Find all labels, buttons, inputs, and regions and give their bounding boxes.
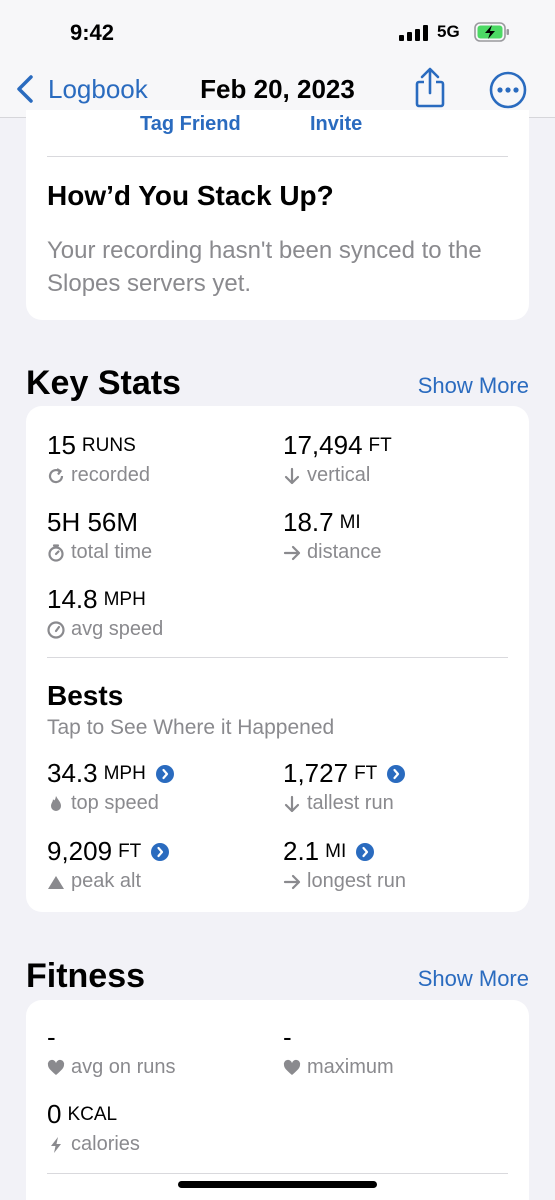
- stat-unit: FT: [368, 434, 392, 456]
- stat-heart-avg: - avg on runs: [47, 1022, 176, 1079]
- bests-heading: Bests: [47, 680, 124, 711]
- stack-up-card: Tag Friend Invite How’d You Stack Up? Yo…: [26, 110, 529, 320]
- stat-unit: MPH: [103, 588, 146, 610]
- bolt-icon: [51, 1136, 61, 1153]
- share-icon[interactable]: [410, 66, 450, 110]
- arrow-right-icon: [283, 545, 301, 560]
- network-type: 5G: [437, 22, 460, 41]
- home-indicator[interactable]: [178, 1181, 377, 1188]
- stat-label: peak alt: [71, 870, 142, 892]
- heart-icon: [283, 1059, 301, 1075]
- back-button[interactable]: Logbook: [14, 70, 148, 108]
- bests-subtitle: Tap to See Where it Happened: [47, 716, 335, 739]
- chevron-circle-icon[interactable]: [387, 764, 406, 783]
- key-stats-show-more-button[interactable]: Show More: [418, 373, 529, 399]
- arrow-down-icon: [284, 795, 300, 812]
- stack-up-title: How’d You Stack Up?: [47, 180, 334, 211]
- stat-unit: MPH: [103, 762, 146, 784]
- stat-value: 9,209: [47, 836, 113, 866]
- stat-value: 18.7: [283, 507, 334, 537]
- battery-charging-icon: [474, 22, 509, 42]
- stat-value: -: [47, 1022, 56, 1052]
- best-tallest-run[interactable]: 1,727 FT tallest run: [283, 758, 406, 815]
- chevron-circle-icon[interactable]: [356, 842, 375, 861]
- stat-value: -: [283, 1022, 292, 1052]
- stat-label: longest run: [307, 870, 406, 892]
- stat-value: 15: [47, 430, 76, 460]
- tag-friend-button[interactable]: Tag Friend: [140, 113, 241, 136]
- stat-label: avg speed: [71, 618, 164, 640]
- back-button-label: Logbook: [48, 73, 148, 104]
- fitness-card: - avg on runs - maximum 0 KCAL calories: [26, 1000, 529, 1200]
- divider: [47, 1173, 508, 1174]
- best-longest-run[interactable]: 2.1 MI longest run: [283, 836, 406, 893]
- heart-icon: [47, 1059, 65, 1075]
- stat-avg-speed: 14.8 MPH avg speed: [47, 584, 163, 641]
- stat-label: recorded: [71, 464, 150, 486]
- invite-button[interactable]: Invite: [310, 113, 362, 136]
- divider: [47, 156, 508, 157]
- fitness-show-more-button[interactable]: Show More: [418, 966, 529, 992]
- key-stats-card: 15 RUNS recorded 17,494 FT vertical 5H 56M…: [26, 406, 529, 912]
- fitness-heading: Fitness: [26, 957, 146, 995]
- chevron-left-icon: [17, 75, 33, 103]
- refresh-icon: [48, 467, 64, 483]
- divider: [47, 657, 508, 658]
- stat-distance: 18.7 MI distance: [283, 507, 382, 564]
- stat-label: distance: [307, 541, 382, 563]
- stat-value: 5H 56M: [47, 507, 139, 537]
- stat-heart-max: - maximum: [283, 1022, 394, 1079]
- status-bar: 9:42 5G: [0, 0, 555, 62]
- stat-label: top speed: [71, 792, 159, 814]
- stat-runs: 15 RUNS recorded: [47, 430, 150, 487]
- flame-icon: [51, 795, 61, 811]
- stat-total-time: 5H 56M total time: [47, 507, 152, 564]
- more-options-icon[interactable]: [488, 70, 528, 110]
- best-peak-alt[interactable]: 9,209 FT peak alt: [47, 836, 170, 893]
- best-top-speed[interactable]: 34.3 MPH top speed: [47, 758, 174, 815]
- stat-label: vertical: [307, 464, 371, 486]
- stat-unit: FT: [354, 762, 378, 784]
- stat-calories: 0 KCAL calories: [47, 1099, 140, 1156]
- cellular-signal-icon: [399, 25, 429, 41]
- stat-label: calories: [71, 1133, 140, 1155]
- stat-label: tallest run: [307, 792, 394, 814]
- stat-label: total time: [71, 541, 153, 563]
- stat-unit: FT: [118, 840, 142, 862]
- stat-unit: KCAL: [67, 1103, 118, 1125]
- stat-value: 1,727: [283, 758, 349, 788]
- mountain-icon: [48, 875, 64, 889]
- stat-value: 17,494: [283, 430, 363, 460]
- stat-label: avg on runs: [71, 1056, 176, 1078]
- stat-value: 0: [47, 1099, 62, 1129]
- stat-label: maximum: [307, 1056, 394, 1078]
- speedometer-icon: [47, 620, 65, 639]
- chevron-circle-icon[interactable]: [151, 842, 170, 861]
- arrow-down-icon: [284, 467, 300, 484]
- stat-value: 34.3: [47, 758, 98, 788]
- status-time: 9:42: [70, 20, 115, 45]
- key-stats-heading: Key Stats: [26, 364, 181, 402]
- stat-unit: MI: [325, 840, 347, 862]
- chevron-circle-icon[interactable]: [155, 764, 174, 783]
- stopwatch-icon: [48, 543, 64, 562]
- stat-value: 2.1: [283, 836, 320, 866]
- stat-unit: RUNS: [81, 434, 136, 456]
- arrow-right-icon: [283, 874, 301, 889]
- stat-value: 14.8: [47, 584, 98, 614]
- stat-unit: MI: [339, 511, 361, 533]
- stat-vertical: 17,494 FT vertical: [283, 430, 392, 487]
- sync-message: Your recording hasn't been synced to the…: [47, 237, 482, 297]
